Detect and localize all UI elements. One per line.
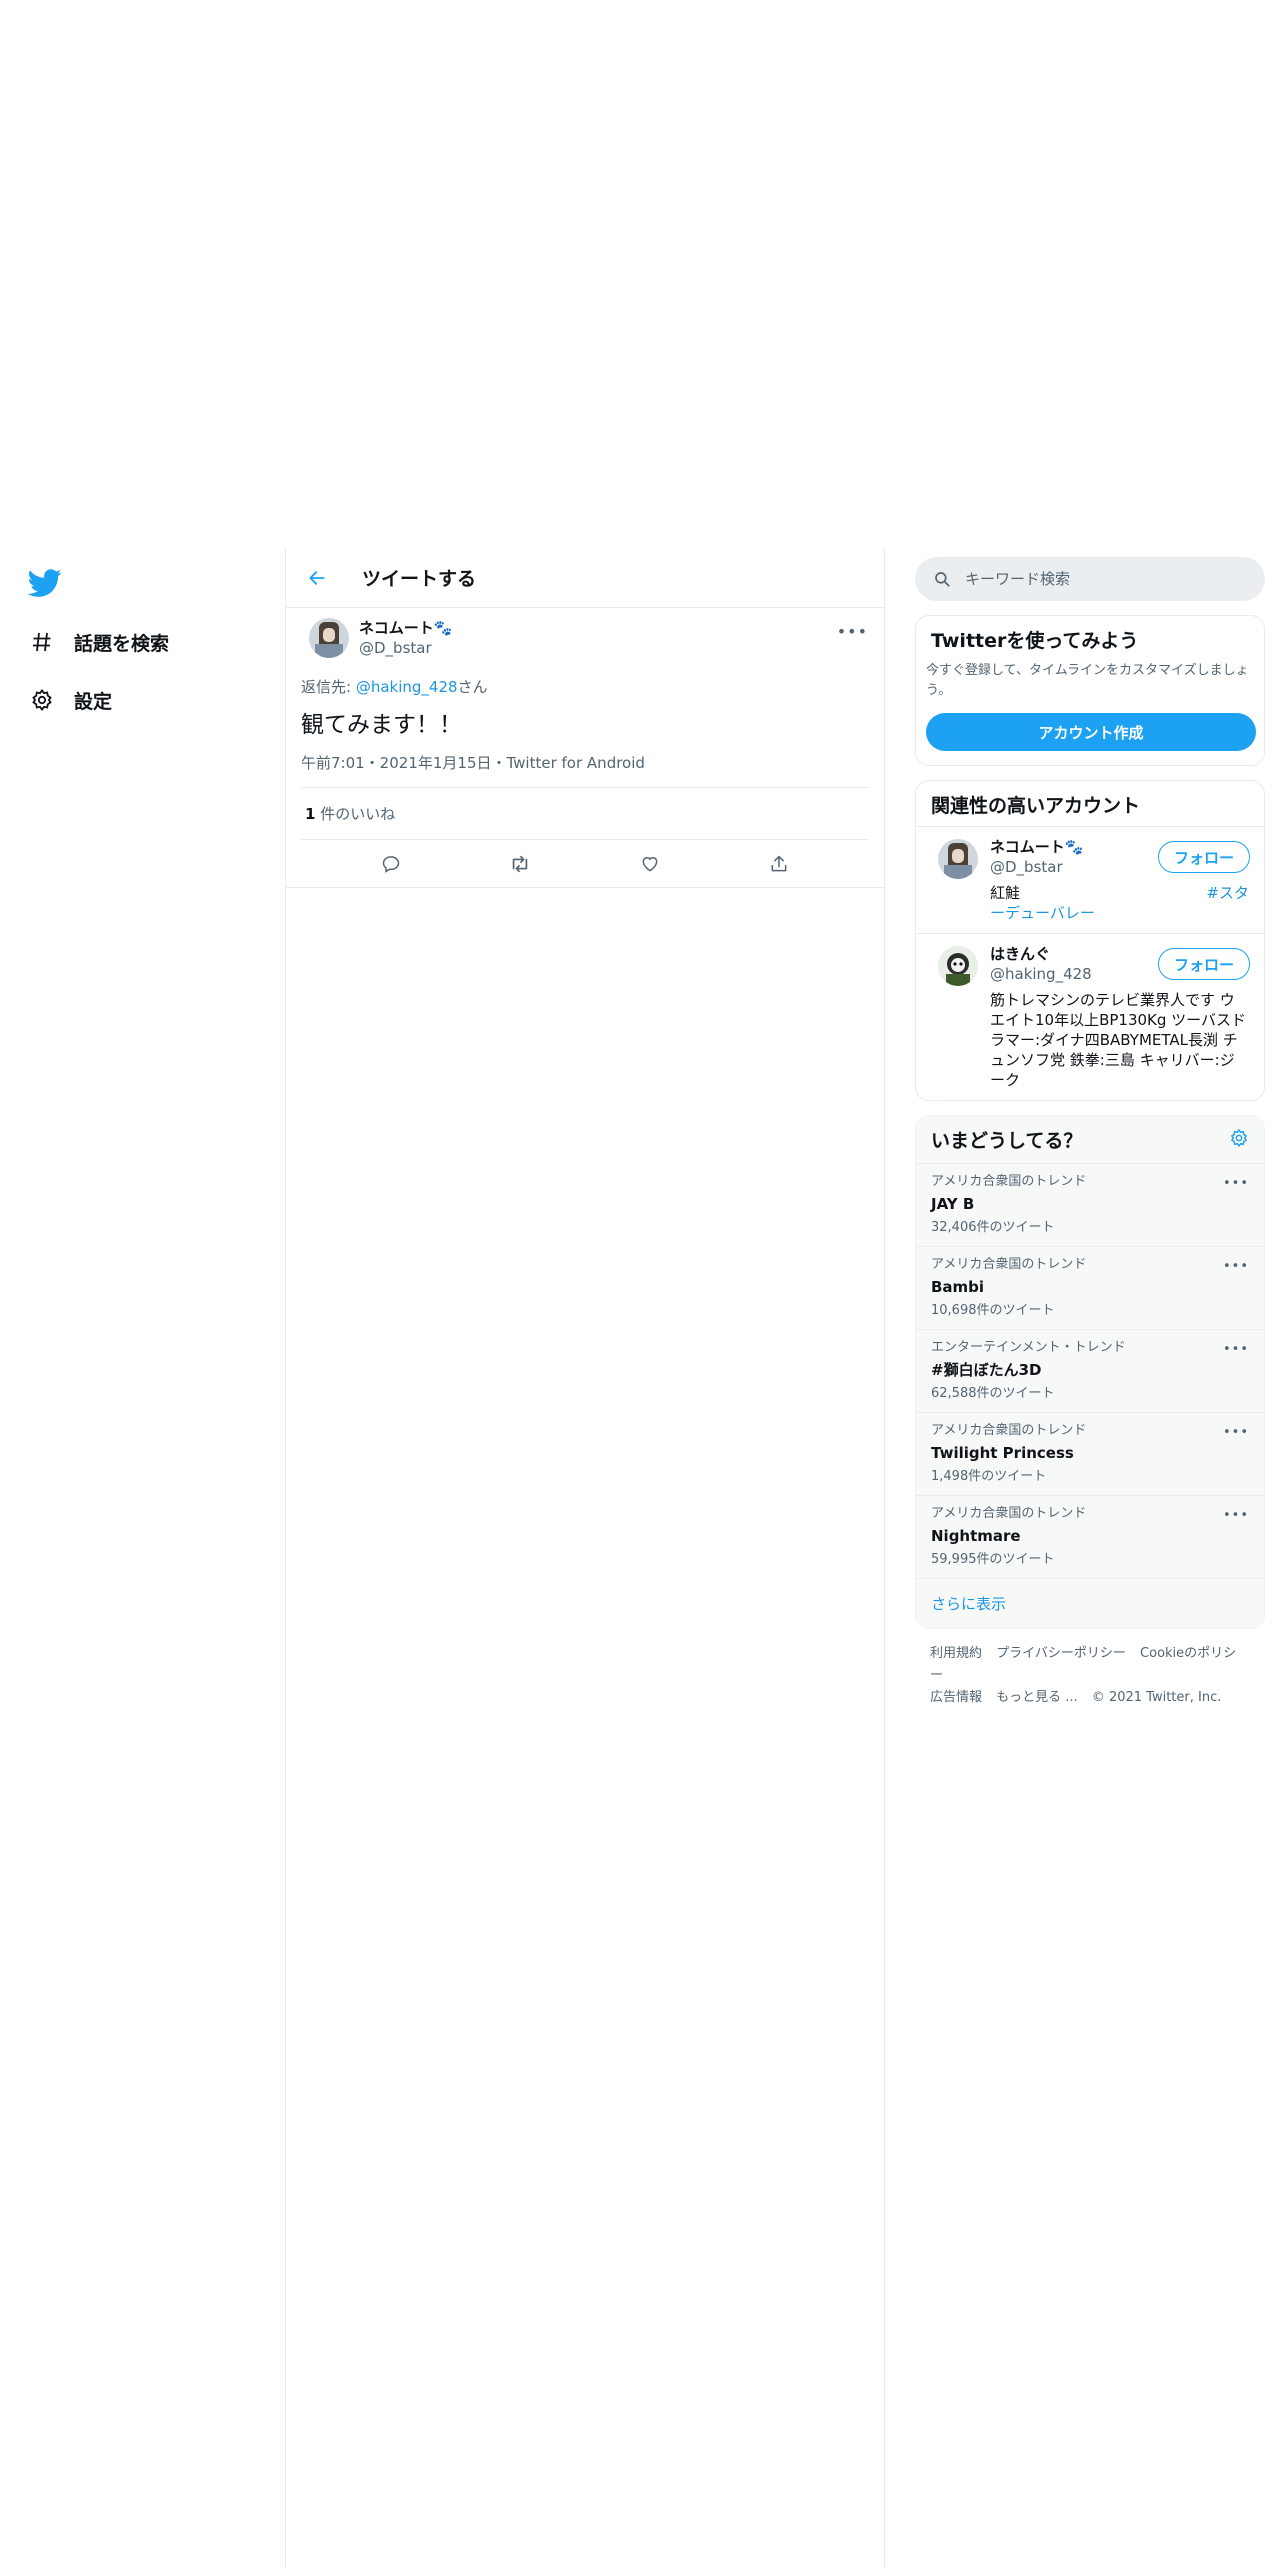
account-bio: 筋トレマシンのテレビ業界人です ウエイト10年以上BP130Kg ツーバスドラマ… — [990, 991, 1247, 1089]
create-account-button[interactable]: アカウント作成 — [926, 713, 1256, 751]
tweet-text: 観てみます！！ — [301, 712, 462, 738]
tweet-author: ネコムート🐾 @D_bstar — [301, 618, 869, 658]
trend-count: 32,406件のツイート — [931, 1220, 1055, 1235]
trend-item[interactable]: アメリカ合衆国のトレンド JAY B 32,406件のツイート ••• — [916, 1164, 1264, 1247]
trends-settings-icon[interactable] — [1229, 1128, 1249, 1152]
trend-count: 1,498件のツイート — [931, 1469, 1047, 1484]
author-handle[interactable]: @D_bstar — [359, 638, 452, 658]
gear-icon — [28, 686, 56, 714]
trend-context: アメリカ合衆国のトレンド — [931, 1423, 1087, 1438]
follow-button[interactable]: フォロー — [1158, 841, 1250, 873]
more-options-icon[interactable]: ••• — [1223, 1425, 1249, 1440]
tweet-detail-column: ツイートする ネコムート🐾 @D_bstar ••• 返信先: @haking_… — [285, 548, 885, 2568]
who-to-follow-title: 関連性の高いアカウント — [931, 795, 1141, 817]
nav-item-explore[interactable]: 話題を検索 — [28, 620, 169, 664]
trend-item[interactable]: アメリカ合衆国のトレンド Twilight Princess 1,498件のツイ… — [916, 1413, 1264, 1496]
account-bio-hashtag[interactable]: #スタ — [1206, 883, 1249, 903]
trend-item[interactable]: エンターテインメント・トレンド #獅白ぼたん3D 62,588件のツイート ••… — [916, 1330, 1264, 1413]
reply-to-line: 返信先: @haking_428さん — [301, 676, 869, 697]
trend-context: アメリカ合衆国のトレンド — [931, 1174, 1087, 1189]
signup-card: Twitterを使ってみよう 今すぐ登録して、タイムラインをカスタマイズしましょ… — [915, 615, 1265, 766]
trend-name: Twilight Princess — [931, 1444, 1074, 1462]
share-button[interactable] — [761, 846, 797, 882]
trends-title: いまどうしてる？ — [931, 1130, 1083, 1152]
likes-count-row[interactable]: 1 件のいいね — [301, 788, 869, 840]
footer-link-more[interactable]: もっと見る ... — [996, 1690, 1078, 1705]
footer-link-ads[interactable]: 広告情報 — [930, 1690, 982, 1705]
more-options-icon[interactable]: ••• — [837, 622, 868, 641]
footer-link-terms[interactable]: 利用規約 — [930, 1646, 982, 1661]
likes-label: 件のいいね — [320, 805, 396, 823]
tweet-actions — [286, 840, 884, 888]
author-display-name[interactable]: ネコムート🐾 — [359, 618, 452, 638]
trend-count: 10,698件のツイート — [931, 1303, 1055, 1318]
column-header: ツイートする — [286, 548, 884, 608]
nav-item-settings-label: 設定 — [74, 690, 113, 713]
avatar[interactable] — [938, 839, 978, 879]
back-button[interactable] — [300, 561, 334, 595]
reply-mention-link[interactable]: @haking_428 — [356, 678, 458, 696]
signup-title: Twitterを使ってみよう — [931, 630, 1139, 652]
avatar[interactable] — [309, 618, 349, 658]
like-button[interactable] — [632, 846, 668, 882]
trend-context: アメリカ合衆国のトレンド — [931, 1506, 1087, 1521]
hashtag-icon — [28, 628, 56, 656]
footer-copyright: © 2021 Twitter, Inc. — [1091, 1690, 1222, 1705]
retweet-icon — [513, 855, 528, 872]
search-input[interactable] — [965, 570, 1225, 588]
trend-item[interactable]: アメリカ合衆国のトレンド Nightmare 59,995件のツイート ••• — [916, 1496, 1264, 1579]
trend-name: #獅白ぼたん3D — [931, 1361, 1042, 1379]
follow-button[interactable]: フォロー — [1158, 948, 1250, 980]
twitter-logo-icon[interactable] — [27, 566, 62, 600]
account-item[interactable]: ネコムート🐾 @D_bstar 紅鮭 #スタ ーデューバレー フォロー — [916, 826, 1264, 933]
trend-count: 59,995件のツイート — [931, 1552, 1055, 1567]
reply-icon — [382, 855, 400, 873]
right-sidebar: Twitterを使ってみよう 今すぐ登録して、タイムラインをカスタマイズしましょ… — [915, 557, 1265, 1723]
search-box[interactable] — [915, 557, 1265, 601]
trend-count: 62,588件のツイート — [931, 1386, 1055, 1401]
likes-count: 1 — [305, 805, 316, 823]
who-to-follow-card: 関連性の高いアカウント ネコムート🐾 @D_bstar 紅鮭 #スタ ーデューバ… — [915, 780, 1265, 1101]
more-options-icon[interactable]: ••• — [1223, 1259, 1249, 1274]
nav-item-settings[interactable]: 設定 — [28, 678, 112, 722]
retweet-button[interactable] — [502, 846, 538, 882]
trend-context: アメリカ合衆国のトレンド — [931, 1257, 1087, 1272]
reply-button[interactable] — [373, 846, 409, 882]
show-more-link[interactable]: さらに表示 — [916, 1579, 1264, 1628]
account-item[interactable]: はきんぐ @haking_428 筋トレマシンのテレビ業界人です ウエイト10年… — [916, 933, 1264, 1100]
nav-item-explore-label: 話題を検索 — [74, 632, 170, 655]
account-bio-hashtag-continued[interactable]: ーデューバレー — [990, 903, 1249, 923]
signup-description: 今すぐ登録して、タイムラインをカスタマイズしましょう。 — [926, 663, 1249, 698]
footer-link-privacy[interactable]: プライバシーポリシー — [996, 1646, 1126, 1661]
trend-context: エンターテインメント・トレンド — [931, 1340, 1126, 1355]
trend-name: JAY B — [931, 1195, 975, 1213]
trends-card: いまどうしてる？ アメリカ合衆国のトレンド JAY B 32,406件のツイート… — [915, 1115, 1265, 1629]
account-bio: 紅鮭 #スタ ーデューバレー — [990, 883, 1249, 923]
account-bio-text: 紅鮭 — [990, 884, 1021, 902]
footer: 利用規約 プライバシーポリシー Cookieのポリシー 広告情報 もっと見る .… — [915, 1629, 1265, 1723]
trends-header: いまどうしてる？ — [916, 1116, 1264, 1164]
avatar[interactable] — [938, 946, 978, 986]
search-icon — [935, 572, 950, 587]
trend-name: Bambi — [931, 1278, 985, 1296]
reply-suffix: さん — [457, 678, 488, 696]
tweet-timestamp[interactable]: 午前7:01・2021年1月15日・Twitter for Android — [301, 753, 869, 788]
page-title: ツイートする — [362, 568, 477, 590]
trend-item[interactable]: アメリカ合衆国のトレンド Bambi 10,698件のツイート ••• — [916, 1247, 1264, 1330]
arrow-left-icon — [309, 570, 325, 585]
trend-name: Nightmare — [931, 1527, 1021, 1545]
heart-icon — [642, 856, 658, 872]
reply-prefix: 返信先: — [301, 678, 352, 696]
tweet: ネコムート🐾 @D_bstar ••• 返信先: @haking_428さん 観… — [286, 608, 884, 888]
more-options-icon[interactable]: ••• — [1223, 1176, 1249, 1191]
share-icon — [771, 855, 787, 871]
more-options-icon[interactable]: ••• — [1223, 1508, 1249, 1523]
more-options-icon[interactable]: ••• — [1223, 1342, 1249, 1357]
